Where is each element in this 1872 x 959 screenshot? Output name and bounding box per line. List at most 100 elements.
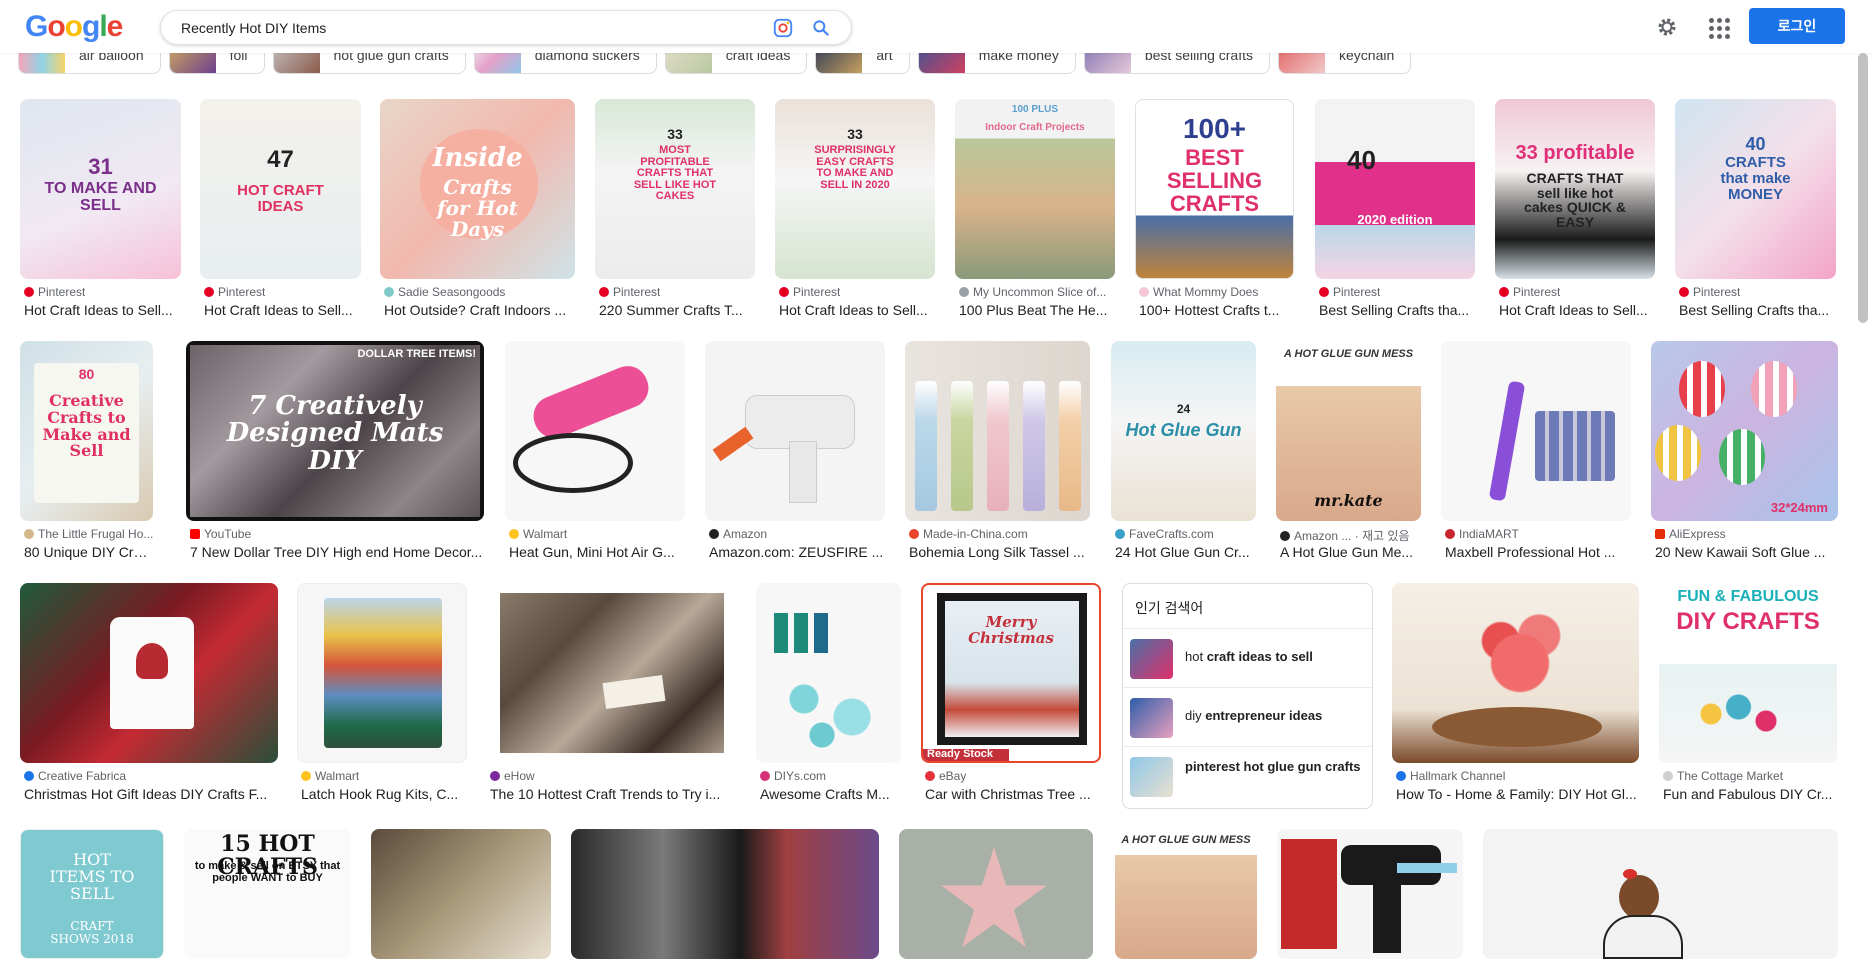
thumb-caption: Merry Christmas xyxy=(968,613,1054,647)
logo-letter: e xyxy=(106,10,124,43)
gear-icon[interactable] xyxy=(1655,15,1679,39)
source-label: Pinterest xyxy=(1333,285,1381,299)
thumb-caption: Inside xyxy=(432,143,523,173)
logo-letter: g xyxy=(82,10,100,43)
result-thumbnail[interactable] xyxy=(571,829,879,959)
search-input[interactable] xyxy=(181,11,751,44)
scrollbar[interactable] xyxy=(1858,53,1868,323)
result-title[interactable]: Car with Christmas Tree ... xyxy=(925,786,1101,802)
result-title[interactable]: Best Selling Crafts tha... xyxy=(1319,302,1475,318)
result-thumbnail[interactable] xyxy=(486,583,736,763)
result-thumbnail[interactable]: Inside Crafts for Hot Days xyxy=(380,99,575,279)
result-thumbnail[interactable]: 32*24mm xyxy=(1651,341,1838,521)
result-thumbnail[interactable] xyxy=(1441,341,1631,521)
result-thumbnail[interactable]: A HOT GLUE GUN MESS mr.kate xyxy=(1276,341,1421,521)
result-thumbnail[interactable]: 100 PLUS Indoor Craft Projects xyxy=(955,99,1115,279)
coral-image xyxy=(1472,597,1568,707)
result-thumbnail[interactable]: A HOT GLUE GUN MESS xyxy=(1115,829,1257,959)
result-title[interactable]: Hot Craft Ideas to Sell... xyxy=(24,302,181,318)
search-icon[interactable] xyxy=(811,18,831,38)
related-search-item[interactable]: diy entrepreneur ideas xyxy=(1123,687,1372,745)
site-favicon-icon xyxy=(1663,771,1673,781)
google-lens-icon[interactable] xyxy=(772,17,794,39)
result-title[interactable]: 220 Summer Crafts T... xyxy=(599,302,755,318)
result-thumbnail[interactable] xyxy=(905,341,1090,521)
result-thumbnail[interactable] xyxy=(371,829,551,959)
pinterest-icon xyxy=(1499,287,1509,297)
thumb-caption: 47 xyxy=(267,146,294,173)
logo-letter: l xyxy=(99,10,107,43)
related-search-item[interactable]: pinterest hot glue gun crafts xyxy=(1123,746,1372,804)
result-thumbnail[interactable]: DOLLAR TREE ITEMS! 7 Creatively Designed… xyxy=(186,341,484,521)
thumb-caption: 33 xyxy=(847,126,863,142)
result-title[interactable]: 100 Plus Beat The He... xyxy=(959,302,1115,318)
result-source: Pinterest xyxy=(1319,285,1380,299)
login-button[interactable]: 로그인 xyxy=(1749,8,1845,44)
result-thumbnail[interactable] xyxy=(20,583,278,763)
result-thumbnail[interactable]: FUN & FABULOUS DIY CRAFTS xyxy=(1659,583,1837,763)
result-thumbnail[interactable]: 31 TO MAKE AND SELL xyxy=(20,99,181,279)
related-prefix: hot xyxy=(1185,649,1207,664)
result-title[interactable]: Awesome Crafts M... xyxy=(760,786,901,802)
result-thumbnail[interactable]: 15 HOT CRAFTS to make & sell on ETSY tha… xyxy=(184,829,351,959)
illustration-head xyxy=(1619,875,1659,919)
result-thumbnail[interactable]: 24 Hot Glue Gun xyxy=(1111,341,1256,521)
result-title[interactable]: Best Selling Crafts tha... xyxy=(1679,302,1836,318)
result-title[interactable]: 24 Hot Glue Gun Cr... xyxy=(1115,544,1256,560)
related-bold: hot glue gun crafts xyxy=(1243,759,1361,774)
result-title[interactable]: Hot Craft Ideas to Sell... xyxy=(204,302,361,318)
result-title[interactable]: Hot Outside? Craft Indoors ... xyxy=(384,302,575,318)
result-thumbnail[interactable]: 40 2020 edition xyxy=(1315,99,1475,279)
result-thumbnail[interactable]: 33 MOST PROFITABLE CRAFTS THAT SELL LIKE… xyxy=(595,99,755,279)
result-title[interactable]: 20 New Kawaii Soft Glue ... xyxy=(1655,544,1838,560)
source-label: IndiaMART xyxy=(1459,527,1519,541)
result-thumbnail[interactable] xyxy=(1392,583,1639,763)
related-search-item[interactable]: hot craft ideas to sell xyxy=(1123,628,1372,686)
result-thumbnail[interactable]: 40 CRAFTS that make MONEY xyxy=(1675,99,1836,279)
youtube-icon xyxy=(190,529,200,539)
result-thumbnail[interactable]: Merry Christmas Ready Stock xyxy=(921,583,1101,763)
result-title[interactable]: 7 New Dollar Tree DIY High end Home Deco… xyxy=(190,544,484,560)
result-title[interactable]: The 10 Hottest Craft Trends to Try i... xyxy=(490,786,736,802)
result-thumbnail[interactable]: 33 profitable CRAFTS THAT sell like hot … xyxy=(1495,99,1655,279)
thumb-caption: Hot Glue Gun xyxy=(1125,420,1242,440)
result-title[interactable]: How To - Home & Family: DIY Hot Gl... xyxy=(1396,786,1639,802)
result-thumbnail[interactable] xyxy=(705,341,885,521)
result-title[interactable]: Hot Craft Ideas to Sell... xyxy=(779,302,935,318)
result-thumbnail[interactable]: HOT ITEMS TO SELL CRAFT SHOWS 2018 xyxy=(20,829,164,959)
result-title[interactable]: 100+ Hottest Crafts t... xyxy=(1139,302,1294,318)
site-favicon-icon xyxy=(1115,529,1125,539)
thumb-caption: Indoor Craft Projects xyxy=(985,122,1085,133)
result-title[interactable]: Heat Gun, Mini Hot Air G... xyxy=(509,544,685,560)
result-thumbnail[interactable] xyxy=(505,341,685,521)
result-title[interactable]: Latch Hook Rug Kits, C... xyxy=(301,786,467,802)
search-box[interactable] xyxy=(160,10,852,45)
result-title[interactable]: Bohemia Long Silk Tassel ... xyxy=(909,544,1090,560)
tshirt-print xyxy=(136,643,168,679)
result-thumbnail[interactable] xyxy=(899,829,1093,959)
related-bold: entrepreneur ideas xyxy=(1205,708,1323,723)
result-title[interactable]: 80 Unique DIY Craft... xyxy=(24,544,153,560)
result-thumbnail[interactable] xyxy=(1483,829,1838,959)
result-thumbnail[interactable]: 100+ BEST SELLING CRAFTS xyxy=(1135,99,1294,279)
result-thumbnail[interactable] xyxy=(756,583,901,763)
result-title[interactable]: A Hot Glue Gun Me... xyxy=(1280,544,1421,560)
result-source: Made-in-China.com xyxy=(909,527,1028,541)
result-thumbnail[interactable]: 33 SURPRISINGLY EASY CRAFTS TO MAKE AND … xyxy=(775,99,935,279)
google-logo[interactable]: G o o g l e xyxy=(25,10,124,44)
result-source: Walmart xyxy=(509,527,567,541)
thumb-caption: A HOT GLUE GUN MESS xyxy=(1121,834,1251,846)
result-thumbnail[interactable] xyxy=(297,583,467,763)
result-thumbnail[interactable]: 80 Creative Crafts to Make and Sell xyxy=(20,341,153,521)
result-title[interactable]: Christmas Hot Gift Ideas DIY Crafts F... xyxy=(24,786,278,802)
result-source: Pinterest xyxy=(204,285,265,299)
result-thumbnail[interactable]: 47 HOT CRAFT IDEAS xyxy=(200,99,361,279)
thumb-caption: 24 xyxy=(1176,402,1191,416)
result-thumbnail[interactable] xyxy=(1277,829,1463,959)
result-title[interactable]: Fun and Fabulous DIY Cr... xyxy=(1663,786,1837,802)
result-title[interactable]: Hot Craft Ideas to Sell... xyxy=(1499,302,1655,318)
result-title[interactable]: Maxbell Professional Hot ... xyxy=(1445,544,1631,560)
apps-icon[interactable] xyxy=(1706,15,1730,39)
result-title[interactable]: Amazon.com: ZEUSFIRE ... xyxy=(709,544,885,560)
pinterest-icon xyxy=(24,287,34,297)
